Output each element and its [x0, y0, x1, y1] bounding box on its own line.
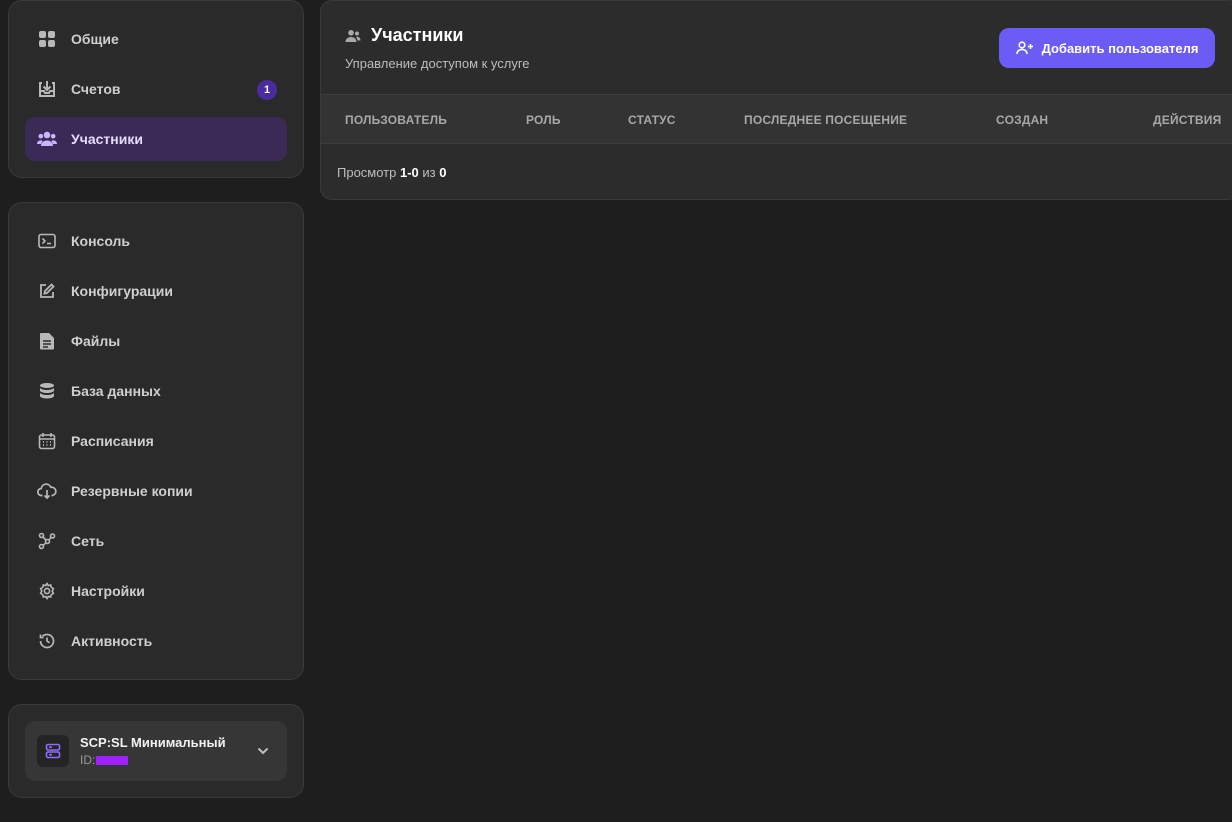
- sidebar-item-configurations[interactable]: Конфигурации: [25, 269, 287, 313]
- count-badge: 1: [257, 80, 277, 100]
- add-user-button[interactable]: Добавить пользователя: [999, 28, 1215, 68]
- pagination-of: из: [422, 165, 436, 180]
- sidebar-item-label: Консоль: [71, 233, 131, 249]
- history-icon: [37, 631, 57, 651]
- members-panel: Участники Управление доступом к услуге Д…: [320, 0, 1232, 200]
- server-name: SCP:SL Минимальный: [80, 735, 226, 750]
- sidebar-item-schedules[interactable]: Расписания: [25, 419, 287, 463]
- sidebar-item-network[interactable]: Сеть: [25, 519, 287, 563]
- table-header: ПОЛЬЗОВАТЕЛЬ РОЛЬ СТАТУС ПОСЛЕДНЕЕ ПОСЕЩ…: [321, 94, 1232, 144]
- add-user-label: Добавить пользователя: [1041, 40, 1199, 56]
- sidebar-item-backups[interactable]: Резервные копии: [25, 469, 287, 513]
- sidebar-item-label: Активность: [71, 633, 153, 649]
- pagination-range: 1-0: [400, 165, 419, 180]
- sidebar-primary-panel: Общие Счетов 1 Участники: [8, 0, 304, 178]
- server-icon: [37, 735, 69, 767]
- sidebar-item-label: Сеть: [71, 533, 105, 549]
- sidebar-item-label: Резервные копии: [71, 483, 193, 499]
- redacted-id: [96, 755, 129, 765]
- column-header-created[interactable]: СОЗДАН: [996, 113, 1048, 127]
- terminal-icon: [37, 231, 57, 251]
- server-panel: SCP:SL Минимальный ID:: [8, 704, 304, 798]
- cloud-download-icon: [37, 481, 57, 501]
- server-id-label: ID:: [80, 753, 96, 767]
- pagination-total: 0: [439, 165, 447, 180]
- sidebar-item-label: Общие: [71, 31, 119, 47]
- panel-header: Участники Управление доступом к услуге Д…: [321, 1, 1232, 94]
- grid-icon: [37, 29, 57, 49]
- server-selector[interactable]: SCP:SL Минимальный ID:: [25, 721, 287, 781]
- sidebar-item-label: База данных: [71, 383, 161, 399]
- pagination-prefix: Просмотр: [337, 165, 397, 180]
- sidebar-item-files[interactable]: Файлы: [25, 319, 287, 363]
- sidebar-item-label: Файлы: [71, 333, 121, 349]
- calendar-icon: [37, 431, 57, 451]
- gear-icon: [37, 581, 57, 601]
- sidebar-item-console[interactable]: Консоль: [25, 219, 287, 263]
- sidebar-item-database[interactable]: База данных: [25, 369, 287, 413]
- column-header-status[interactable]: СТАТУС: [628, 113, 676, 127]
- server-info: SCP:SL Минимальный ID:: [80, 735, 253, 767]
- edit-icon: [37, 281, 57, 301]
- title-row: Участники: [345, 25, 464, 46]
- sidebar-item-label: Счетов: [71, 81, 121, 97]
- chevron-down-icon: [253, 747, 273, 755]
- server-id: ID:: [80, 753, 253, 767]
- column-header-role[interactable]: РОЛЬ: [526, 113, 561, 127]
- sidebar-item-activity[interactable]: Активность: [25, 619, 287, 663]
- sidebar-item-settings[interactable]: Настройки: [25, 569, 287, 613]
- download-box-icon: [37, 79, 57, 99]
- sidebar-item-label: Участники: [71, 131, 143, 147]
- database-icon: [37, 381, 57, 401]
- sidebar-item-label: Конфигурации: [71, 283, 173, 299]
- sidebar-item-label: Расписания: [71, 433, 154, 449]
- file-icon: [37, 331, 57, 351]
- sidebar-item-accounts[interactable]: Счетов 1: [25, 67, 287, 111]
- page-title: Участники: [371, 25, 464, 45]
- user-plus-icon: [1015, 39, 1034, 57]
- sidebar-item-general[interactable]: Общие: [25, 17, 287, 61]
- sidebar-item-label: Настройки: [71, 583, 145, 599]
- pagination-summary: Просмотр 1-0 из 0: [337, 165, 447, 180]
- users-icon: [345, 28, 361, 44]
- column-header-user[interactable]: ПОЛЬЗОВАТЕЛЬ: [345, 113, 447, 127]
- users-icon: [37, 129, 57, 149]
- column-header-last-visit[interactable]: ПОСЛЕДНЕЕ ПОСЕЩЕНИЕ: [744, 113, 907, 127]
- sidebar-item-members[interactable]: Участники: [25, 117, 287, 161]
- sidebar-secondary-panel: Консоль Конфигурации Файлы База данных Р…: [8, 202, 304, 680]
- column-header-actions[interactable]: ДЕЙСТВИЯ: [1153, 113, 1221, 127]
- page-subtitle: Управление доступом к услуге: [345, 56, 530, 71]
- network-icon: [37, 531, 57, 551]
